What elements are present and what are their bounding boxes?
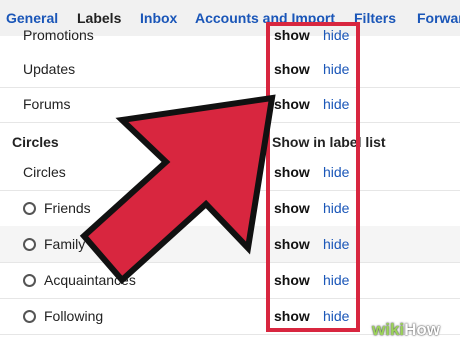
wikihow-watermark: wikiHow: [372, 320, 441, 339]
arrow-icon: [79, 94, 276, 285]
